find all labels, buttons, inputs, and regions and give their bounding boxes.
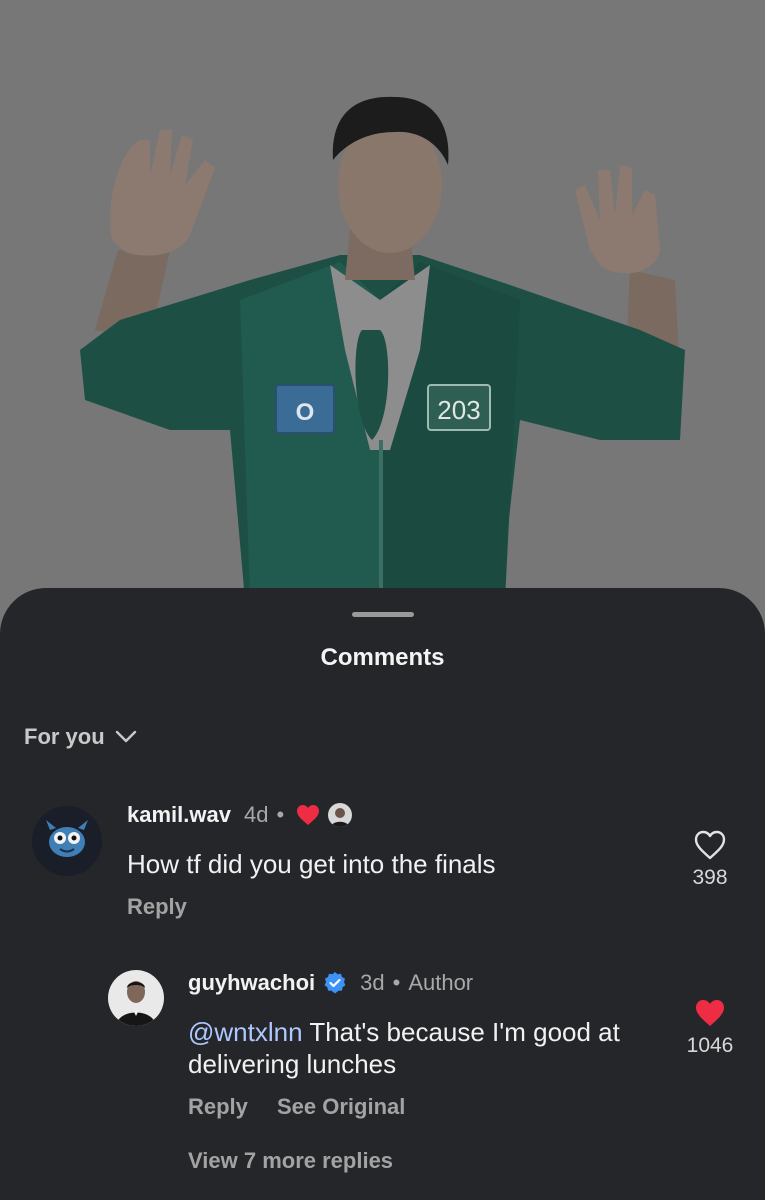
author-mini-avatar <box>328 803 353 827</box>
reply-text: @wntxlnn That's because I'm good at deli… <box>188 1016 658 1080</box>
like-count: 398 <box>692 866 728 889</box>
svg-text:O: O <box>296 399 315 426</box>
reply-button[interactable]: Reply <box>188 1094 248 1120</box>
reply-username[interactable]: guyhwachoi <box>188 970 315 996</box>
comment-time: 4d <box>243 802 269 827</box>
post-photo: O 203 <box>0 0 765 640</box>
author-avatar-icon <box>108 970 164 1026</box>
separator-dot: • <box>276 802 285 827</box>
author-label: Author <box>408 970 474 995</box>
man-in-green-tracksuit-image: O 203 <box>0 0 765 640</box>
svg-text:203: 203 <box>437 395 480 425</box>
reply-button[interactable]: Reply <box>127 894 187 920</box>
like-count: 1046 <box>686 1034 734 1057</box>
heart-filled-icon <box>696 1000 724 1026</box>
sort-filter-dropdown[interactable]: For you <box>24 724 137 750</box>
comment-username[interactable]: kamil.wav <box>127 802 231 828</box>
sheet-drag-handle[interactable] <box>352 612 414 617</box>
comment-header: kamil.wav 4d • <box>127 802 353 828</box>
like-button-liked[interactable]: 1046 <box>675 998 745 1058</box>
avatar[interactable] <box>32 806 102 876</box>
author-liked-heart-icon <box>297 805 320 825</box>
view-more-replies-button[interactable]: View 7 more replies <box>188 1148 393 1174</box>
reply-time: 3d <box>360 970 385 995</box>
author-face-icon <box>328 803 353 827</box>
chevron-down-icon <box>115 730 136 743</box>
like-button[interactable]: 398 <box>675 830 745 890</box>
verified-badge-icon <box>324 972 346 994</box>
separator-dot: • <box>392 970 401 995</box>
avatar[interactable] <box>108 970 164 1026</box>
comments-sheet: Comments For you kamil.wav 4d • How tf d… <box>0 588 765 1200</box>
reply-header: guyhwachoi 3d • Author <box>188 970 473 996</box>
mention-link[interactable]: @wntxlnn <box>188 1017 303 1047</box>
heart-outline-icon <box>694 830 726 860</box>
see-original-button[interactable]: See Original <box>277 1094 405 1120</box>
cartoon-cat-avatar-icon <box>32 806 102 876</box>
comment-text: How tf did you get into the finals <box>127 849 496 879</box>
sheet-title: Comments <box>320 644 445 671</box>
sort-filter-label: For you <box>24 724 105 749</box>
